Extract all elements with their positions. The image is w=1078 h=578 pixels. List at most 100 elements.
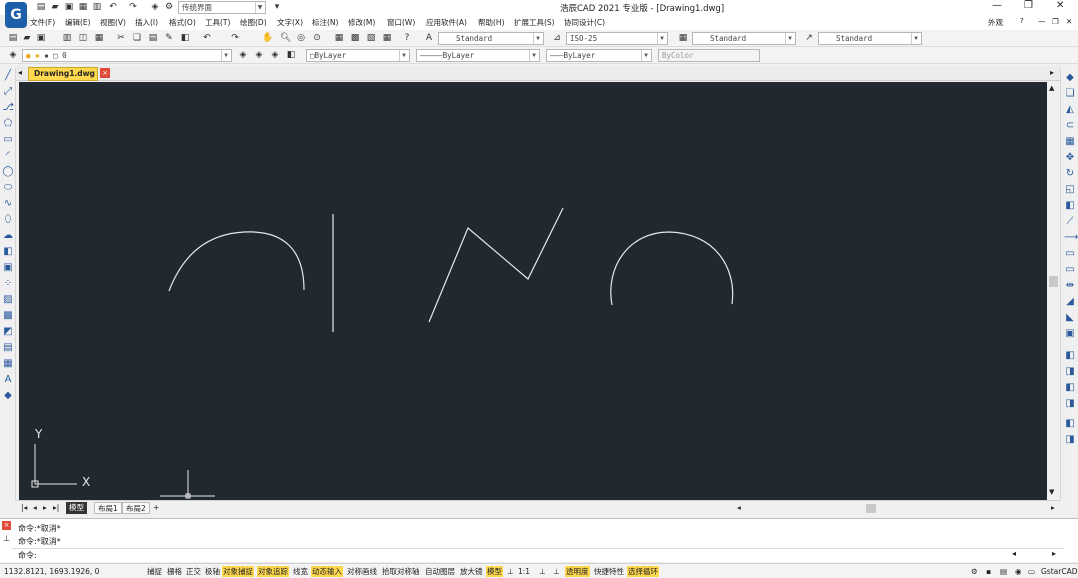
extend-icon[interactable]: ⟶ [1064,232,1078,244]
draworder-front-icon[interactable]: ◧ [1064,350,1076,362]
tab-layout2[interactable]: 布局2 [122,502,150,514]
break-at-point-icon[interactable]: ▭ [1064,264,1076,276]
doc-minimize-icon[interactable]: — [1038,17,1046,26]
tab-scroll-left-icon[interactable]: ◂ [18,68,22,77]
restore-icon[interactable]: ❐ [1024,0,1033,11]
transparency-toggle[interactable]: 透明度 [565,566,590,577]
menu-format[interactable]: 格式(O) [169,17,196,28]
gradient-icon[interactable]: ▩ [2,310,14,322]
doc-close-icon[interactable]: ✕ [1066,17,1072,26]
undo-icon[interactable]: ↶ [108,2,118,12]
otrack-toggle[interactable]: 对象追踪 [257,566,289,577]
dim-style-select[interactable]: ISO-25 ▼ [566,32,668,45]
tab-drawing1[interactable]: Drawing1.dwg [28,67,98,81]
wipeout-icon[interactable]: ▤ [2,342,14,354]
draworder-above-icon[interactable]: ◧ [1064,382,1076,394]
next-layout-icon[interactable]: ▸ [40,502,50,514]
make-block-icon[interactable]: ▣ [2,262,14,274]
redo-icon[interactable]: ↷ [230,33,240,43]
stretch-icon[interactable]: ◧ [1064,200,1076,212]
lineweight-toggle[interactable]: 线宽 [292,566,309,577]
pick-axis-toggle[interactable]: 拾取对称轴 [381,566,421,577]
print-icon[interactable]: ▥ [92,2,102,12]
selection-cycling-toggle[interactable]: 选择循环 [627,566,659,577]
line-icon[interactable]: ╱ [2,70,14,82]
appearance-menu[interactable]: 外观 [988,17,1003,28]
command-input[interactable]: 命令: ◂ ▸ [12,548,1064,561]
table-icon[interactable]: ▦ [2,358,14,370]
circle-icon[interactable]: ◯ [2,166,14,178]
zigzag-polyline[interactable] [428,207,564,323]
model-space-toggle[interactable]: 模型 [486,566,503,577]
tab-scroll-right-icon[interactable]: ▸ [1050,68,1054,77]
paste-icon[interactable]: ▤ [148,33,158,43]
properties-icon[interactable]: ▦ [334,33,344,43]
make-current-icon[interactable]: ◈ [238,50,248,60]
mirror-icon[interactable]: ◭ [1064,104,1076,116]
plot-icon[interactable]: ▥ [62,33,72,43]
zoom-realtime-icon[interactable]: 🔍︎ [280,33,291,43]
preview-icon[interactable]: ◫ [78,33,88,43]
command-scroll-left-icon[interactable]: ◂ [1012,549,1016,558]
tab-layout1[interactable]: 布局1 [94,502,122,514]
pan-icon[interactable]: ✋ [262,33,273,43]
scroll-down-icon[interactable]: ▼ [1049,488,1054,496]
hatch-icon[interactable]: ▨ [2,294,14,306]
arc-icon[interactable]: ◜ [2,150,14,162]
copy-icon[interactable]: ❏ [132,33,142,43]
new-icon[interactable]: ▤ [8,33,18,43]
annotation-visibility-icon[interactable]: ⊥ [538,566,547,577]
settings-icon[interactable]: ⚙ [164,2,174,12]
design-center-icon[interactable]: ▩ [350,33,360,43]
close-tab-icon[interactable]: × [100,68,110,78]
hscroll-thumb[interactable] [866,504,876,513]
add-selected-icon[interactable]: ◆ [2,390,14,402]
insert-block-icon[interactable]: ◧ [2,246,14,258]
rotate-icon[interactable]: ↻ [1064,168,1076,180]
layer-manager-icon[interactable]: ◈ [8,50,18,60]
join-icon[interactable]: ⇹ [1064,280,1076,292]
explode-icon[interactable]: ▣ [1064,328,1076,340]
pin-icon[interactable]: ⊥ [3,534,10,543]
region-icon[interactable]: ◩ [2,326,14,338]
command-scroll-right-icon[interactable]: ▸ [1052,549,1056,558]
draworder-under-icon[interactable]: ◨ [1064,398,1076,410]
scale-icon[interactable]: ◱ [1064,184,1076,196]
magnifier-toggle[interactable]: 放大镜 [459,566,484,577]
drawing-canvas[interactable]: Y X [19,82,1047,500]
layers-icon[interactable]: ◈ [150,2,160,12]
save-icon[interactable]: ▣ [36,33,46,43]
offset-icon[interactable]: ⊂ [1064,120,1076,132]
snap-toggle[interactable]: 捕捉 [146,566,163,577]
layer-select[interactable]: ● ✺ ▪ □ 0 ▼ [22,49,232,62]
menu-apps[interactable]: 应用软件(A) [426,17,467,28]
last-layout-icon[interactable]: ▸| [50,502,62,514]
polar-toggle[interactable]: 极轴 [204,566,221,577]
publish-icon[interactable]: ▦ [94,33,104,43]
menu-edit[interactable]: 编辑(E) [65,17,91,28]
menu-view[interactable]: 视图(V) [100,17,126,28]
ortho-toggle[interactable]: 正交 [185,566,202,577]
multileader-style-select[interactable]: Standard ▼ [818,32,922,45]
menu-dimension[interactable]: 标注(N) [312,17,338,28]
minimize-icon[interactable]: — [992,0,1002,11]
menu-draw[interactable]: 绘图(D) [240,17,267,28]
help-icon[interactable]: ? [1020,17,1024,25]
ray-icon[interactable]: ⤢ [2,86,14,98]
menu-extend[interactable]: 扩展工具(S) [514,17,555,28]
layer-previous-icon[interactable]: ◈ [254,50,264,60]
menu-insert[interactable]: 插入(I) [135,17,158,28]
clean-screen-icon[interactable]: ▭ [1027,566,1036,577]
lock-icon[interactable]: ▪ [985,566,992,577]
hatch-back-icon[interactable]: ◨ [1064,434,1076,446]
save-icon[interactable]: ▣ [64,2,74,12]
close-command-icon[interactable]: × [2,521,11,530]
osnap-toggle[interactable]: 对象捕捉 [222,566,254,577]
annotation-scale[interactable]: 1:1 [517,566,531,577]
quick-properties-toggle[interactable]: 快捷特性 [593,566,625,577]
calculator-icon[interactable]: ▦ [382,33,392,43]
annotation-scale-icon[interactable]: ⊥ [506,566,515,577]
point-icon[interactable]: ⁘ [2,278,14,290]
scroll-up-icon[interactable]: ▲ [1049,84,1054,92]
gear-icon[interactable]: ⚙ [970,566,979,577]
